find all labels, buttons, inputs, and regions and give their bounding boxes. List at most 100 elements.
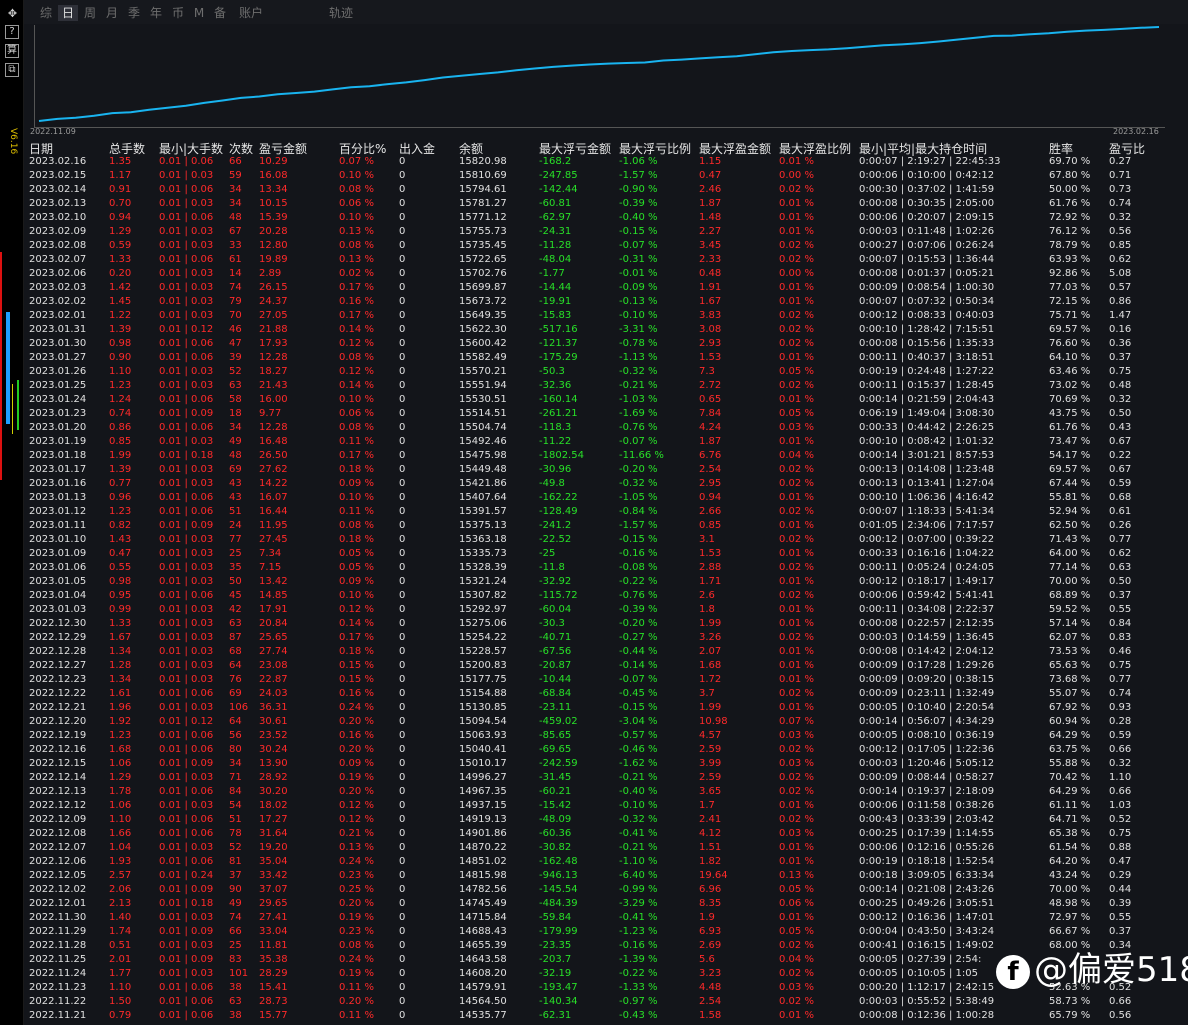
cell-max-float-profit-pct: 0.02 %: [779, 254, 814, 265]
cell-pl-ratio: 0.37: [1109, 926, 1132, 937]
table-row[interactable]: 2023.02.15 1.17 0.01 | 0.03 59 16.08 0.10 % 0 1…: [24, 169, 1188, 183]
cell-balance: 15040.41: [459, 744, 507, 755]
table-row[interactable]: 2023.01.31 1.39 0.01 | 0.12 46 21.88 0.14 % 0 1…: [24, 323, 1188, 337]
cell-max-float-loss-pct: -0.08 %: [619, 562, 658, 573]
table-row[interactable]: 2023.02.03 1.42 0.01 | 0.03 74 26.15 0.17 % 0 1…: [24, 281, 1188, 295]
tab-7[interactable]: 币: [168, 5, 188, 21]
cell-pnl: 17.27: [259, 814, 288, 825]
table-row[interactable]: 2022.12.15 1.06 0.01 | 0.09 34 13.90 0.09 % 0 1…: [24, 757, 1188, 771]
table-row[interactable]: 2023.01.05 0.98 0.01 | 0.03 50 13.42 0.09 % 0 1…: [24, 575, 1188, 589]
cell-pl-ratio: 0.55: [1109, 604, 1132, 615]
table-row[interactable]: 2022.12.21 1.96 0.01 | 0.03 106 36.31 0.24 % 0…: [24, 701, 1188, 715]
cell-balance: 15504.74: [459, 422, 507, 433]
table-row[interactable]: 2022.11.29 1.74 0.01 | 0.09 66 33.04 0.23 % 0 1…: [24, 925, 1188, 939]
cell-date: 2023.01.24: [29, 394, 87, 405]
cell-pl-ratio: 0.46: [1109, 646, 1132, 657]
table-row[interactable]: 2022.12.01 2.13 0.01 | 0.18 49 29.65 0.20 % 0 1…: [24, 897, 1188, 911]
table-row[interactable]: 2022.12.08 1.66 0.01 | 0.06 78 31.64 0.21 % 0 1…: [24, 827, 1188, 841]
table-row[interactable]: 2023.01.19 0.85 0.01 | 0.03 49 16.48 0.11 % 0 1…: [24, 435, 1188, 449]
cell-deposit: 0: [399, 492, 406, 503]
table-row[interactable]: 2023.01.11 0.82 0.01 | 0.09 24 11.95 0.08 % 0 1…: [24, 519, 1188, 533]
cell-count: 35: [229, 562, 242, 573]
table-row[interactable]: 2023.02.02 1.45 0.01 | 0.03 79 24.37 0.16 % 0 1…: [24, 295, 1188, 309]
table-row[interactable]: 2022.11.21 0.79 0.01 | 0.06 38 15.77 0.11 % 0 1…: [24, 1009, 1188, 1023]
table-row[interactable]: 2022.12.20 1.92 0.01 | 0.12 64 30.61 0.20 % 0 1…: [24, 715, 1188, 729]
table-row[interactable]: 2022.12.09 1.10 0.01 | 0.06 51 17.27 0.12 % 0 1…: [24, 813, 1188, 827]
tab-9[interactable]: 备: [210, 5, 230, 21]
tab-11[interactable]: 轨迹: [324, 5, 358, 21]
cell-total-lots: 0.99: [109, 604, 132, 615]
table-row[interactable]: 2022.12.23 1.34 0.01 | 0.03 76 22.87 0.15 % 0 1…: [24, 673, 1188, 687]
table-row[interactable]: 2022.12.13 1.78 0.01 | 0.06 84 30.20 0.20 % 0 1…: [24, 785, 1188, 799]
table-row[interactable]: 2022.12.05 2.57 0.01 | 0.24 37 33.42 0.23 % 0 1…: [24, 869, 1188, 883]
table-row[interactable]: 2023.02.10 0.94 0.01 | 0.06 48 15.39 0.10 % 0 1…: [24, 211, 1188, 225]
table-row[interactable]: 2022.12.19 1.23 0.01 | 0.06 56 23.52 0.16 % 0 1…: [24, 729, 1188, 743]
table-row[interactable]: 2022.12.02 2.06 0.01 | 0.09 90 37.07 0.25 % 0 1…: [24, 883, 1188, 897]
table-row[interactable]: 2023.02.14 0.91 0.01 | 0.06 34 13.34 0.08 % 0 1…: [24, 183, 1188, 197]
cell-total-lots: 1.33: [109, 254, 132, 265]
tab-6[interactable]: 年: [146, 5, 166, 21]
cell-count: 66: [229, 156, 242, 167]
table-row[interactable]: 2022.12.22 1.61 0.01 | 0.06 69 24.03 0.16 % 0 1…: [24, 687, 1188, 701]
cell-count: 18: [229, 408, 242, 419]
table-row[interactable]: 2023.02.06 0.20 0.01 | 0.03 14 2.89 0.02 % 0 15…: [24, 267, 1188, 281]
cell-deposit: 0: [399, 646, 406, 657]
table-row[interactable]: 2023.01.04 0.95 0.01 | 0.06 45 14.85 0.10 % 0 1…: [24, 589, 1188, 603]
tab-3[interactable]: 周: [80, 5, 100, 21]
tab-5[interactable]: 季: [124, 5, 144, 21]
table-row[interactable]: 2023.01.20 0.86 0.01 | 0.06 34 12.28 0.08 % 0 1…: [24, 421, 1188, 435]
cell-max-float-profit: 3.7: [699, 688, 715, 699]
table-row[interactable]: 2023.01.03 0.99 0.01 | 0.03 42 17.91 0.12 % 0 1…: [24, 603, 1188, 617]
table-row[interactable]: 2023.01.09 0.47 0.01 | 0.03 25 7.34 0.05 % 0 15…: [24, 547, 1188, 561]
table-row[interactable]: 2023.02.07 1.33 0.01 | 0.06 61 19.89 0.13 % 0 1…: [24, 253, 1188, 267]
move-icon[interactable]: ✥: [5, 6, 20, 21]
copy-button[interactable]: ⧉: [5, 63, 19, 77]
table-row[interactable]: 2023.02.09 1.29 0.01 | 0.03 67 20.28 0.13 % 0 1…: [24, 225, 1188, 239]
table-row[interactable]: 2023.01.17 1.39 0.01 | 0.03 69 27.62 0.18 % 0 1…: [24, 463, 1188, 477]
table-row[interactable]: 2023.02.01 1.22 0.01 | 0.03 70 27.05 0.17 % 0 1…: [24, 309, 1188, 323]
table-row[interactable]: 2022.12.14 1.29 0.01 | 0.03 71 28.92 0.19 % 0 1…: [24, 771, 1188, 785]
table-row[interactable]: 2023.02.08 0.59 0.01 | 0.03 33 12.80 0.08 % 0 1…: [24, 239, 1188, 253]
cell-max-float-profit-pct: 0.01 %: [779, 282, 814, 293]
cell-deposit: 0: [399, 982, 406, 993]
cell-min-max-lots: 0.01 | 0.12: [159, 716, 214, 727]
table-row[interactable]: 2023.01.24 1.24 0.01 | 0.06 58 16.00 0.10 % 0 1…: [24, 393, 1188, 407]
table-row[interactable]: 2023.01.25 1.23 0.01 | 0.03 63 21.43 0.14 % 0 1…: [24, 379, 1188, 393]
table-row[interactable]: 2023.02.16 1.35 0.01 | 0.06 66 10.29 0.07 % 0 1…: [24, 155, 1188, 169]
table-row[interactable]: 2023.01.16 0.77 0.01 | 0.03 43 14.22 0.09 % 0 1…: [24, 477, 1188, 491]
table-row[interactable]: 2022.12.12 1.06 0.01 | 0.03 54 18.02 0.12 % 0 1…: [24, 799, 1188, 813]
cell-pnl: 11.81: [259, 940, 288, 951]
cell-pnl: 35.38: [259, 954, 288, 965]
table-row[interactable]: 2022.11.22 1.50 0.01 | 0.06 63 28.73 0.20 % 0 1…: [24, 995, 1188, 1009]
calculator-button[interactable]: 算: [5, 44, 19, 58]
table-row[interactable]: 2022.12.16 1.68 0.01 | 0.06 80 30.24 0.20 % 0 1…: [24, 743, 1188, 757]
table-row[interactable]: 2022.12.28 1.34 0.01 | 0.03 68 27.74 0.18 % 0 1…: [24, 645, 1188, 659]
table-row[interactable]: 2022.12.06 1.93 0.01 | 0.06 81 35.04 0.24 % 0 1…: [24, 855, 1188, 869]
help-button[interactable]: ?: [5, 25, 19, 39]
cell-count: 74: [229, 912, 242, 923]
table-row[interactable]: 2022.12.27 1.28 0.01 | 0.03 64 23.08 0.15 % 0 1…: [24, 659, 1188, 673]
table-row[interactable]: 2023.01.10 1.43 0.01 | 0.03 77 27.45 0.18 % 0 1…: [24, 533, 1188, 547]
table-row[interactable]: 2022.12.29 1.67 0.01 | 0.03 87 25.65 0.17 % 0 1…: [24, 631, 1188, 645]
cell-min-max-lots: 0.01 | 0.12: [159, 324, 214, 335]
table-row[interactable]: 2023.01.13 0.96 0.01 | 0.06 43 16.07 0.10 % 0 1…: [24, 491, 1188, 505]
table-row[interactable]: 2023.01.26 1.10 0.01 | 0.03 52 18.27 0.12 % 0 1…: [24, 365, 1188, 379]
table-row[interactable]: 2023.01.27 0.90 0.01 | 0.06 39 12.28 0.08 % 0 1…: [24, 351, 1188, 365]
cell-max-float-loss: -162.48: [539, 856, 578, 867]
table-row[interactable]: 2022.12.07 1.04 0.01 | 0.03 52 19.20 0.13 % 0 1…: [24, 841, 1188, 855]
table-row[interactable]: 2023.01.12 1.23 0.01 | 0.06 51 16.44 0.11 % 0 1…: [24, 505, 1188, 519]
table-row[interactable]: 2023.01.23 0.74 0.01 | 0.09 18 9.77 0.06 % 0 15…: [24, 407, 1188, 421]
table-row[interactable]: 2022.11.30 1.40 0.01 | 0.03 74 27.41 0.19 % 0 1…: [24, 911, 1188, 925]
table-row[interactable]: 2022.12.30 1.33 0.01 | 0.03 63 20.84 0.14 % 0 1…: [24, 617, 1188, 631]
table-row[interactable]: 2023.01.30 0.98 0.01 | 0.06 47 17.93 0.12 % 0 1…: [24, 337, 1188, 351]
table-row[interactable]: 2023.01.18 1.99 0.01 | 0.18 48 26.50 0.17 % 0 1…: [24, 449, 1188, 463]
cell-count: 83: [229, 954, 242, 965]
table-row[interactable]: 2023.01.06 0.55 0.01 | 0.03 35 7.15 0.05 % 0 15…: [24, 561, 1188, 575]
cell-max-float-loss-pct: -0.10 %: [619, 800, 658, 811]
tab-10[interactable]: 账户: [234, 5, 268, 21]
tab-8[interactable]: M: [190, 5, 208, 21]
tab-1[interactable]: 综: [36, 5, 56, 21]
tab-4[interactable]: 月: [102, 5, 122, 21]
table-row[interactable]: 2023.02.13 0.70 0.01 | 0.03 34 10.15 0.06 % 0 1…: [24, 197, 1188, 211]
tab-2[interactable]: 日: [58, 5, 78, 21]
